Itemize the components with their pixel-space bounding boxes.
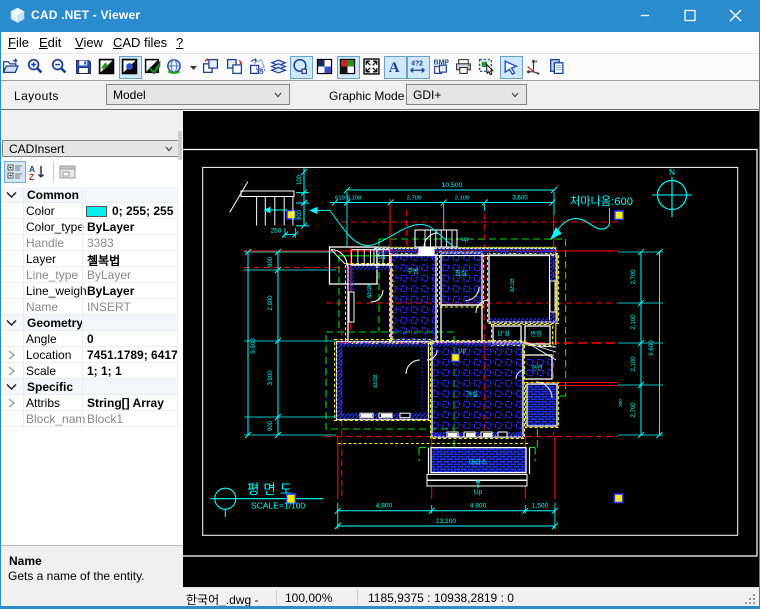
svg-text:2,100: 2,100: [455, 196, 470, 202]
svg-text:3,600: 3,600: [512, 195, 528, 202]
svg-text:35°: 35°: [256, 68, 265, 75]
svg-text:주방: 주방: [407, 266, 419, 275]
svg-text:10,500: 10,500: [442, 182, 463, 189]
svg-text:4,800: 4,800: [376, 503, 393, 510]
svg-text:현관: 현관: [531, 364, 543, 372]
svg-text:실: 실: [366, 291, 372, 299]
svg-text:2,700: 2,700: [631, 402, 637, 418]
svg-text:up: up: [461, 236, 469, 243]
svg-text:13,100: 13,100: [436, 518, 457, 525]
svg-text:100: 100: [297, 174, 303, 185]
svg-text:실: 실: [509, 285, 515, 293]
svg-text:침: 침: [509, 278, 515, 286]
svg-text:거실: 거실: [466, 389, 478, 398]
svg-text:300: 300: [618, 399, 623, 407]
svg-text:250: 250: [271, 228, 282, 235]
svg-text:900: 900: [268, 420, 274, 431]
svg-text:2,100: 2,100: [631, 314, 637, 330]
svg-text:y: y: [537, 71, 540, 75]
svg-text:BN: BN: [376, 254, 385, 261]
svg-text:A: A: [389, 60, 400, 75]
svg-text:침: 침: [372, 374, 378, 382]
svg-text:x: x: [535, 59, 538, 65]
svg-text:9,600: 9,600: [648, 340, 655, 356]
svg-text:9,600: 9,600: [250, 338, 257, 354]
svg-text:Up: Up: [474, 489, 483, 496]
svg-text:테라스: 테라스: [469, 457, 487, 466]
svg-text:N: N: [669, 168, 675, 177]
svg-text:침: 침: [366, 284, 372, 292]
svg-text:2,100: 2,100: [631, 356, 637, 372]
svg-text:610: 610: [335, 196, 345, 202]
svg-text:처마나옴:600: 처마나옴:600: [570, 195, 633, 208]
svg-text:3,900: 3,900: [268, 370, 274, 386]
svg-text:난'실: 난'실: [497, 330, 509, 338]
svg-text:반침: 반침: [530, 330, 541, 338]
svg-text:8,100: 8,100: [347, 196, 362, 202]
svg-text:Z: Z: [29, 172, 34, 181]
svg-text:실: 실: [372, 381, 378, 389]
svg-text:1,500: 1,500: [532, 503, 549, 510]
svg-text:SCALE=1/100: SCALE=1/100: [251, 501, 305, 511]
svg-text:4 800: 4 800: [470, 503, 487, 510]
svg-text:900: 900: [268, 256, 274, 267]
svg-text:800: 800: [297, 209, 303, 220]
svg-text:침실: 침실: [455, 268, 467, 277]
svg-text:2,700: 2,700: [407, 196, 422, 202]
svg-text:4?2: 4?2: [411, 60, 423, 67]
svg-text:2,900: 2,900: [268, 295, 274, 311]
svg-text:2,700: 2,700: [631, 269, 637, 285]
